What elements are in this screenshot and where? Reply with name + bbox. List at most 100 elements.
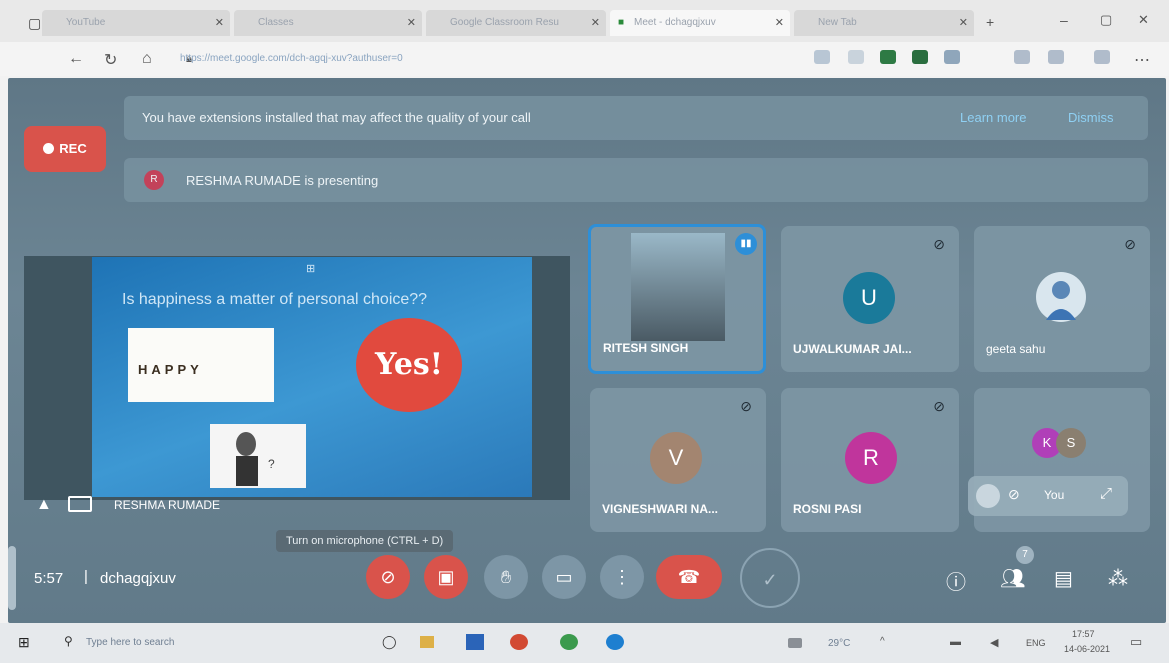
- extension-icon[interactable]: [880, 50, 896, 64]
- meeting-details-icon[interactable]: ⓘ: [946, 566, 966, 595]
- participant-avatar: U: [843, 272, 895, 324]
- chat-icon[interactable]: ▤: [1054, 566, 1073, 591]
- camera-off-icon[interactable]: ⊘: [1008, 486, 1020, 503]
- extension-icon[interactable]: [912, 50, 928, 64]
- edge-icon[interactable]: [606, 634, 624, 650]
- participant-photo: [1036, 272, 1086, 322]
- tab-new[interactable]: New Tab ✕: [794, 10, 974, 36]
- participant-tile-others[interactable]: K S ⊘ You ⤢: [968, 388, 1150, 532]
- url-field[interactable]: https://meet.google.com/dch-agqj-xuv?aut…: [180, 49, 780, 69]
- participant-tile-vigneshwari[interactable]: ⊘ V VIGNESHWARI NA...: [590, 388, 766, 532]
- participant-avatar: S: [1056, 428, 1086, 458]
- word-icon[interactable]: [466, 634, 484, 650]
- close-icon[interactable]: ✕: [215, 10, 224, 36]
- participant-avatar: V: [650, 432, 702, 484]
- participant-tile-geeta[interactable]: ⊘ geeta sahu: [974, 226, 1150, 372]
- camera-button[interactable]: ▣: [424, 555, 468, 599]
- participant-name: UJWALKUMAR JAI...: [793, 342, 912, 356]
- svg-text:?: ?: [268, 457, 275, 471]
- woman-illustration-icon: ?: [236, 432, 275, 486]
- participant-video: [631, 233, 725, 341]
- profile-icon[interactable]: [1094, 50, 1110, 64]
- more-icon[interactable]: ⋯: [1134, 50, 1150, 70]
- taskbar-search[interactable]: Type here to search: [86, 637, 174, 648]
- mic-off-icon: ⊘: [1124, 236, 1136, 252]
- microphone-button[interactable]: ⊘: [366, 555, 410, 599]
- tab-label: New Tab: [818, 17, 857, 28]
- volume-icon[interactable]: ◀: [990, 636, 998, 649]
- tab-label: Meet - dchagqjxuv: [634, 17, 716, 28]
- back-icon[interactable]: ←: [68, 50, 84, 68]
- maximize-icon[interactable]: ▢: [1100, 12, 1112, 28]
- participant-tile-ujwalkumar[interactable]: ⊘ U UJWALKUMAR JAI...: [781, 226, 959, 372]
- clock-time[interactable]: 17:57: [1072, 629, 1095, 639]
- window-menu-icon[interactable]: ▢: [28, 15, 41, 32]
- weather-icon: [788, 638, 802, 648]
- participant-tile-ritesh[interactable]: ▮▮ RITESH SINGH: [588, 224, 766, 374]
- close-icon[interactable]: ✕: [959, 10, 968, 36]
- dismiss-link[interactable]: Dismiss: [1068, 110, 1114, 125]
- task-view-icon[interactable]: ◯: [382, 634, 397, 650]
- yes-circle: Yes!: [356, 318, 462, 412]
- chrome-icon[interactable]: [560, 634, 578, 650]
- tab-label: Google Classroom Resu: [450, 17, 559, 28]
- clock-date[interactable]: 14-06-2021: [1064, 644, 1110, 654]
- windows-start-icon[interactable]: ⊞: [18, 634, 30, 651]
- slide-title: Is happiness a matter of personal choice…: [122, 291, 428, 308]
- presenting-text: RESHMA RUMADE is presenting: [186, 173, 379, 188]
- slide-menu-icon[interactable]: ⊞: [306, 262, 315, 275]
- close-icon[interactable]: ✕: [407, 10, 416, 36]
- minimize-icon[interactable]: –: [1060, 12, 1068, 28]
- tab-youtube[interactable]: YouTube ✕: [42, 10, 230, 36]
- participant-name: RITESH SINGH: [603, 341, 689, 355]
- self-avatar: [976, 484, 1000, 508]
- tab-meet[interactable]: ■ Meet - dchagqjxuv ✕: [610, 10, 790, 36]
- extension-icon[interactable]: [848, 50, 864, 64]
- close-icon[interactable]: ✕: [591, 10, 600, 36]
- participant-name: geeta sahu: [986, 342, 1046, 356]
- file-explorer-icon[interactable]: [420, 636, 434, 648]
- notifications-icon[interactable]: ▭: [1130, 634, 1142, 650]
- pin-icon[interactable]: ▲: [36, 496, 52, 514]
- more-options-button[interactable]: ⋮: [600, 555, 644, 599]
- network-icon: ▬: [950, 636, 961, 648]
- language-indicator[interactable]: ENG: [1026, 638, 1046, 648]
- new-tab-icon[interactable]: +: [986, 14, 994, 30]
- tab-classes[interactable]: Classes ✕: [234, 10, 422, 36]
- activities-icon[interactable]: ⁂: [1108, 566, 1128, 591]
- tray-chevron-icon[interactable]: ^: [880, 636, 885, 647]
- recording-badge: REC: [24, 126, 106, 172]
- favorites-icon[interactable]: [1014, 50, 1030, 64]
- extension-icon[interactable]: [814, 50, 830, 64]
- extension-icon[interactable]: [944, 50, 960, 64]
- person-photo-icon: [1046, 281, 1076, 320]
- participant-name: ROSNI PASI: [793, 502, 862, 516]
- separator: |: [84, 568, 88, 585]
- participant-tile-rosni[interactable]: ⊘ R ROSNI PASI: [781, 388, 959, 532]
- close-icon[interactable]: ✕: [775, 10, 784, 36]
- mic-off-icon: ⊘: [933, 398, 945, 414]
- leave-call-button[interactable]: ☎︎: [656, 555, 722, 599]
- presenter-avatar: R: [144, 170, 164, 190]
- extensions-banner: You have extensions installed that may a…: [124, 96, 1148, 140]
- participant-name: VIGNESHWARI NA...: [602, 502, 719, 516]
- present-screen-icon[interactable]: [68, 496, 92, 512]
- people-icon[interactable]: 👥︎: [1000, 566, 1025, 591]
- you-label: You: [1044, 488, 1065, 502]
- search-icon[interactable]: ⚲: [64, 634, 73, 648]
- collections-icon[interactable]: [1048, 50, 1064, 64]
- home-icon[interactable]: ⌂: [142, 50, 152, 68]
- browser-tab-bar: ▢ YouTube ✕ Classes ✕ Google Classroom R…: [0, 0, 1169, 42]
- speaking-icon: ▮▮: [735, 233, 757, 255]
- expand-icon[interactable]: ⤢: [1100, 485, 1112, 502]
- tab-classroom[interactable]: Google Classroom Resu ✕: [426, 10, 606, 36]
- scroll-handle[interactable]: [8, 546, 16, 610]
- powerpoint-icon[interactable]: [510, 634, 528, 650]
- refresh-icon[interactable]: ↻: [104, 50, 117, 70]
- raise-hand-button[interactable]: ✋︎: [484, 555, 528, 599]
- extension-button[interactable]: ✓: [740, 548, 800, 608]
- close-window-icon[interactable]: ✕: [1138, 12, 1149, 28]
- present-button[interactable]: ▭: [542, 555, 586, 599]
- self-view-pill[interactable]: ⊘ You ⤢: [968, 476, 1128, 516]
- learn-more-link[interactable]: Learn more: [960, 110, 1026, 125]
